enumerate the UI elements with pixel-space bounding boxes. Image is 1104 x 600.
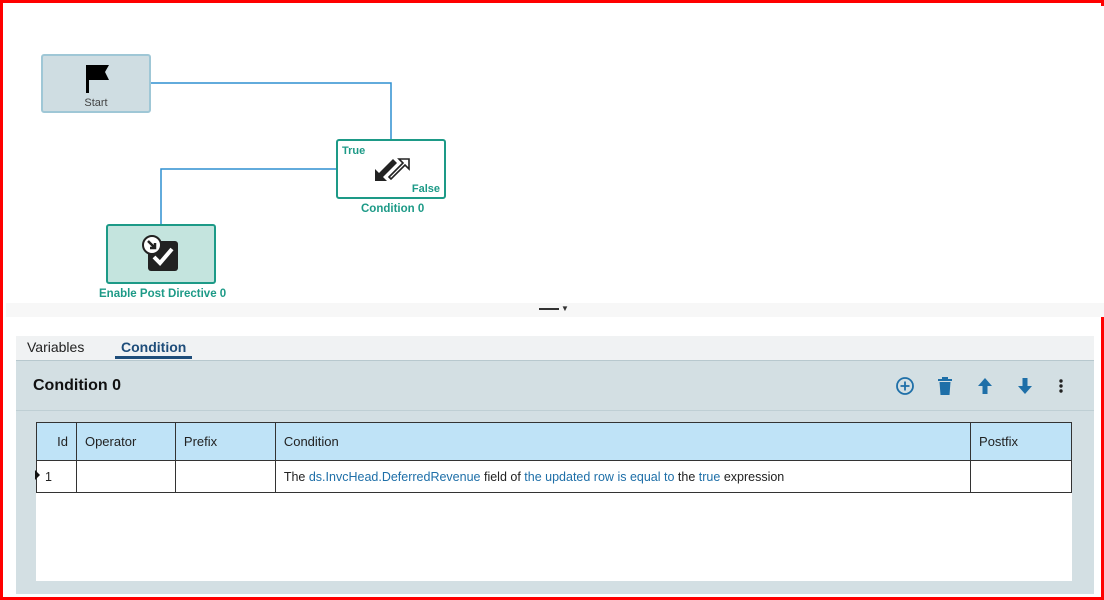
arrow-down-icon[interactable]	[1014, 375, 1036, 397]
cell-id[interactable]: 1	[36, 460, 77, 493]
condition-grid: Id Operator Prefix Condition Postfix 1 T…	[35, 422, 1072, 581]
add-circle-icon[interactable]	[894, 375, 916, 397]
window-frame: Start True False Condition 0 Enable Post…	[0, 0, 1104, 600]
column-header-id[interactable]: Id	[36, 422, 77, 461]
condition-row-link[interactable]: the updated row	[524, 470, 614, 484]
cell-postfix[interactable]	[970, 460, 1072, 493]
cell-condition[interactable]: The ds.InvcHead.DeferredRevenue field of…	[274, 460, 972, 493]
enable-node-label: Enable Post Directive 0	[99, 288, 227, 300]
caret-down-icon: ▼	[561, 304, 569, 313]
condition-node-label: Condition 0	[361, 203, 425, 215]
condition-text: expression	[723, 469, 785, 484]
column-header-prefix[interactable]: Prefix	[174, 422, 276, 461]
condition-false-label: False	[411, 183, 440, 195]
condition-text: field of	[483, 469, 521, 484]
enable-check-icon	[142, 235, 178, 271]
connector-start-to-condition	[151, 82, 392, 139]
properties-panel: Variables Condition Condition 0 Id Opera…	[16, 336, 1094, 594]
condition-text: The	[283, 469, 306, 484]
grid-header-row: Id Operator Prefix Condition Postfix	[36, 422, 1072, 461]
enable-post-directive-node[interactable]	[106, 224, 216, 284]
cell-operator[interactable]	[75, 460, 176, 493]
condition-value-link[interactable]: true	[699, 470, 721, 484]
column-header-postfix[interactable]: Postfix	[970, 422, 1072, 461]
cell-prefix[interactable]	[174, 460, 276, 493]
condition-field-link[interactable]: ds.InvcHead.DeferredRevenue	[309, 470, 481, 484]
condition-card: Condition 0 Id Operator Prefix Condition…	[16, 360, 1094, 594]
condition-text: the	[677, 469, 696, 484]
arrow-up-icon[interactable]	[974, 375, 996, 397]
start-node-label: Start	[84, 97, 108, 109]
more-vertical-icon[interactable]	[1050, 375, 1072, 397]
column-header-condition[interactable]: Condition	[274, 422, 972, 461]
column-header-operator[interactable]: Operator	[75, 422, 176, 461]
flag-icon	[86, 65, 109, 93]
row-pointer-icon	[35, 470, 40, 480]
condition-node[interactable]: True False	[336, 139, 446, 199]
tab-bar: Variables Condition	[16, 336, 1094, 360]
start-node[interactable]: Start	[41, 54, 151, 113]
card-separator	[16, 410, 1094, 411]
workflow-canvas[interactable]: Start True False Condition 0 Enable Post…	[6, 6, 1104, 303]
splitter-grip	[539, 308, 559, 310]
condition-operator-link[interactable]: is equal to	[617, 470, 674, 484]
card-title: Condition 0	[33, 377, 121, 394]
delete-icon[interactable]	[934, 375, 956, 397]
tab-condition[interactable]: Condition	[115, 339, 193, 359]
branch-arrows-icon	[375, 158, 410, 181]
table-row[interactable]: 1 The ds.InvcHead.DeferredRevenue field …	[36, 460, 1072, 493]
connector-condition-to-enable	[160, 168, 336, 224]
tab-variables[interactable]: Variables	[21, 339, 90, 359]
splitter-handle[interactable]: ▼	[6, 303, 1104, 317]
condition-true-label: True	[342, 145, 366, 157]
